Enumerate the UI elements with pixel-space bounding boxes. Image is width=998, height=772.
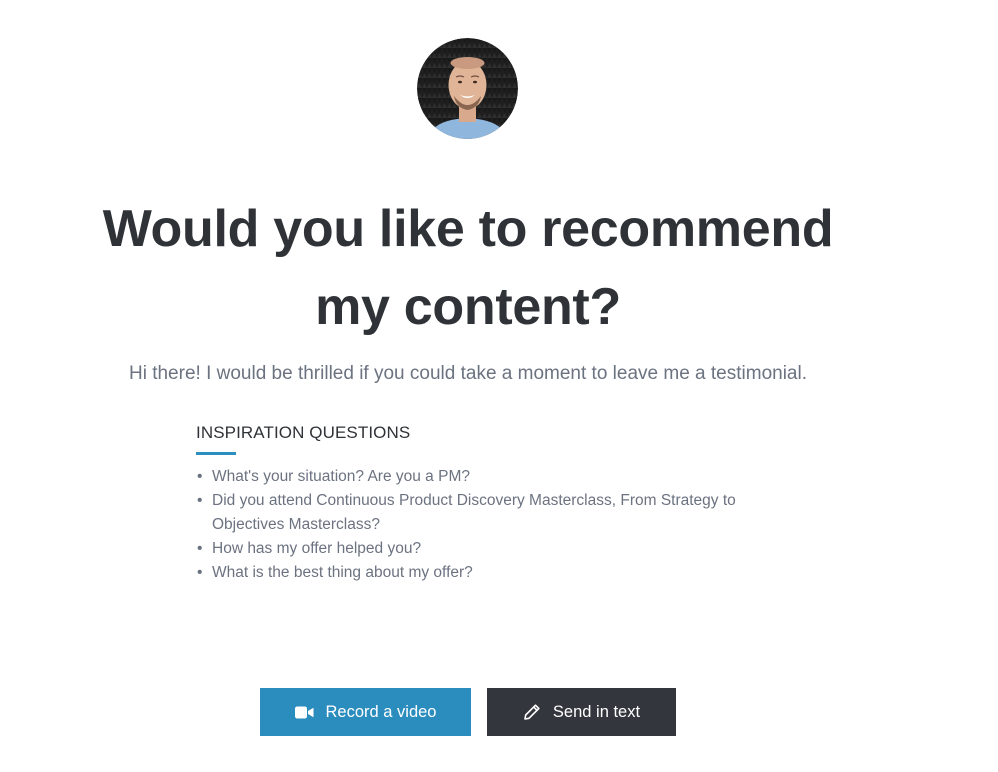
- send-text-label: Send in text: [552, 702, 641, 721]
- pencil-icon: [523, 703, 541, 721]
- record-video-button[interactable]: Record a video: [260, 688, 471, 736]
- bullet-icon: •: [197, 564, 203, 581]
- bullet-icon: •: [197, 468, 203, 485]
- question-text: Did you attend Continuous Product Discov…: [212, 492, 736, 533]
- inspiration-questions-section: INSPIRATION QUESTIONS • What's your situ…: [196, 422, 736, 585]
- question-item: • What is the best thing about my offer?: [196, 561, 736, 585]
- bullet-icon: •: [197, 540, 203, 557]
- send-text-button[interactable]: Send in text: [487, 688, 676, 736]
- record-video-label: Record a video: [325, 702, 437, 721]
- page-title-line-2: my content?: [315, 278, 621, 336]
- question-item: • How has my offer helped you?: [196, 537, 736, 561]
- action-buttons: Record a video Send in text: [260, 688, 676, 736]
- page-title-line-1: Would you like to recommend: [102, 200, 834, 258]
- heading-underline: [196, 452, 236, 455]
- question-item: • What's your situation? Are you a PM?: [196, 465, 736, 489]
- avatar: [417, 38, 518, 139]
- question-item: • Did you attend Continuous Product Disc…: [196, 489, 736, 537]
- page-subtitle: Hi there! I would be thrilled if you cou…: [128, 363, 807, 384]
- question-text: What is the best thing about my offer?: [212, 564, 473, 581]
- page-title: Would you like to recommend my content?: [40, 190, 896, 346]
- bullet-icon: •: [197, 492, 203, 509]
- question-text: What's your situation? Are you a PM?: [212, 468, 470, 485]
- video-camera-icon: [294, 706, 314, 719]
- question-list: • What's your situation? Are you a PM? •…: [196, 465, 736, 585]
- inspiration-heading: INSPIRATION QUESTIONS: [196, 423, 411, 442]
- question-text: How has my offer helped you?: [212, 540, 422, 557]
